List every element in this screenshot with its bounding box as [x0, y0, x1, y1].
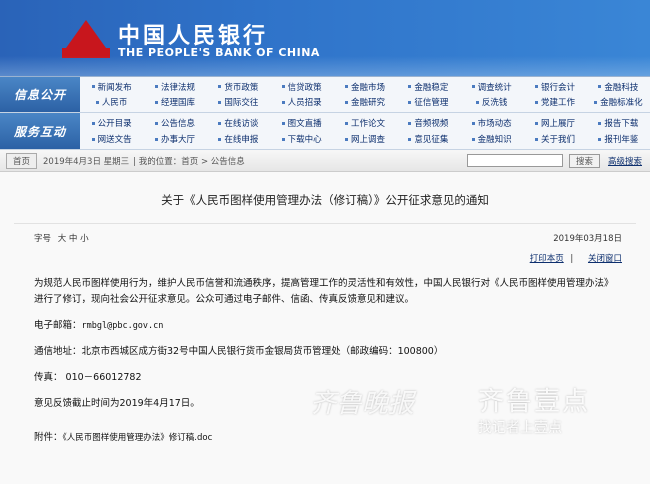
menu-tag-service: 服务互动	[0, 113, 80, 149]
menu-link[interactable]: 人员招录	[270, 95, 333, 111]
attachment-link[interactable]: 《人民币图样使用管理办法》修订稿.doc	[63, 433, 213, 443]
menu-link[interactable]: 金融稳定	[397, 79, 460, 95]
menu-link[interactable]: 人民币	[80, 95, 143, 111]
menu-link[interactable]: 信贷政策	[270, 79, 333, 95]
current-date: 2019年4月3日 星期三	[43, 156, 130, 167]
menu-link[interactable]: 报告下载	[587, 115, 650, 131]
attachment-line: 附件：《人民币图样使用管理办法》修订稿.doc	[34, 432, 213, 443]
article-title: 关于《人民币图样使用管理办法（修订稿）》公开征求意见的通知	[14, 172, 636, 224]
advanced-search-link[interactable]: 高级搜索	[608, 155, 642, 167]
menu-link[interactable]: 网上展厅	[523, 115, 586, 131]
menu-link[interactable]: 报刊年鉴	[587, 131, 650, 147]
menu-service: 服务互动 公开目录 公告信息 在线访谈 图文直播 工作论文 音频视频 市场动态 …	[0, 113, 650, 150]
font-size-control: 字号 大 中 小	[34, 234, 89, 244]
menu-link[interactable]: 金融科技	[587, 79, 650, 95]
close-window-link[interactable]: 关闭窗口	[588, 254, 622, 264]
home-button[interactable]: 首页	[6, 152, 38, 169]
menu-link[interactable]: 意见征集	[397, 131, 460, 147]
search-input[interactable]	[466, 154, 563, 167]
publish-date: 2019年03月18日	[553, 234, 622, 244]
menu-link[interactable]: 法律法规	[143, 79, 206, 95]
bank-logo[interactable]	[62, 20, 110, 60]
menu-link[interactable]: 新闻发布	[80, 79, 143, 95]
email-address: rmbgl@pbc.gov.cn	[81, 321, 164, 331]
menu-link[interactable]: 图文直播	[270, 115, 333, 131]
menu-link[interactable]: 调查统计	[460, 79, 523, 95]
search-button[interactable]: 搜索	[568, 153, 600, 168]
menu-link[interactable]: 在线访谈	[207, 115, 270, 131]
menu-link[interactable]: 金融市场	[333, 79, 396, 95]
address-line: 通信地址：北京市西城区成方街32号中国人民银行货币金银局货币管理处（邮政编码：1…	[34, 346, 444, 357]
menu-link[interactable]: 国际交往	[207, 95, 270, 111]
breadcrumb-bar: 首页 2019年4月3日 星期三 | 我的位置：首页 > 公告信息 搜索 高级搜…	[0, 150, 650, 172]
deadline-line: 意见反馈截止时间为2019年4月17日。	[34, 398, 200, 409]
menu-link[interactable]: 工作论文	[333, 115, 396, 131]
menu-link[interactable]: 关于我们	[523, 131, 586, 147]
article-paragraph: 为规范人民币图样使用行为，维护人民币信誉和流通秩序，提高管理工作的灵活性和有效性…	[34, 278, 614, 305]
menu-link[interactable]: 金融知识	[460, 131, 523, 147]
menu-link[interactable]: 公开目录	[80, 115, 143, 131]
menu-link[interactable]: 经理国库	[143, 95, 206, 111]
menu-link[interactable]: 银行会计	[523, 79, 586, 95]
font-size-options[interactable]: 大 中 小	[58, 234, 89, 244]
menu-tag-info: 信息公开	[0, 77, 80, 112]
breadcrumb: | 我的位置：首页 > 公告信息	[133, 156, 245, 167]
header-banner: 中国人民银行 THE PEOPLE'S BANK OF CHINA	[0, 0, 650, 76]
menu-link[interactable]: 市场动态	[460, 115, 523, 131]
print-link[interactable]: 打印本页	[530, 254, 564, 264]
fax-line: 传真： 010－66012782	[34, 372, 142, 383]
menu-link[interactable]: 金融标准化	[587, 95, 650, 111]
menu-link[interactable]: 在线申报	[207, 131, 270, 147]
menu-link[interactable]: 网上调查	[333, 131, 396, 147]
menu-link[interactable]: 办事大厅	[143, 131, 206, 147]
menu-link[interactable]: 征信管理	[397, 95, 460, 111]
menu-link[interactable]: 金融研究	[333, 95, 396, 111]
article-content: 关于《人民币图样使用管理办法（修订稿）》公开征求意见的通知 字号 大 中 小 2…	[0, 172, 650, 484]
menu-link[interactable]: 网送文告	[80, 131, 143, 147]
email-line: 电子邮箱：rmbgl@pbc.gov.cn	[34, 320, 164, 331]
menu-link[interactable]: 党建工作	[523, 95, 586, 111]
menu-link[interactable]: 音频视频	[397, 115, 460, 131]
menu-info-public: 信息公开 新闻发布 法律法规 货币政策 信贷政策 金融市场 金融稳定 调查统计 …	[0, 76, 650, 113]
menu-link[interactable]: 货币政策	[207, 79, 270, 95]
menu-link[interactable]: 下载中心	[270, 131, 333, 147]
menu-link[interactable]: 公告信息	[143, 115, 206, 131]
menu-link[interactable]: 反洗钱	[460, 95, 523, 111]
